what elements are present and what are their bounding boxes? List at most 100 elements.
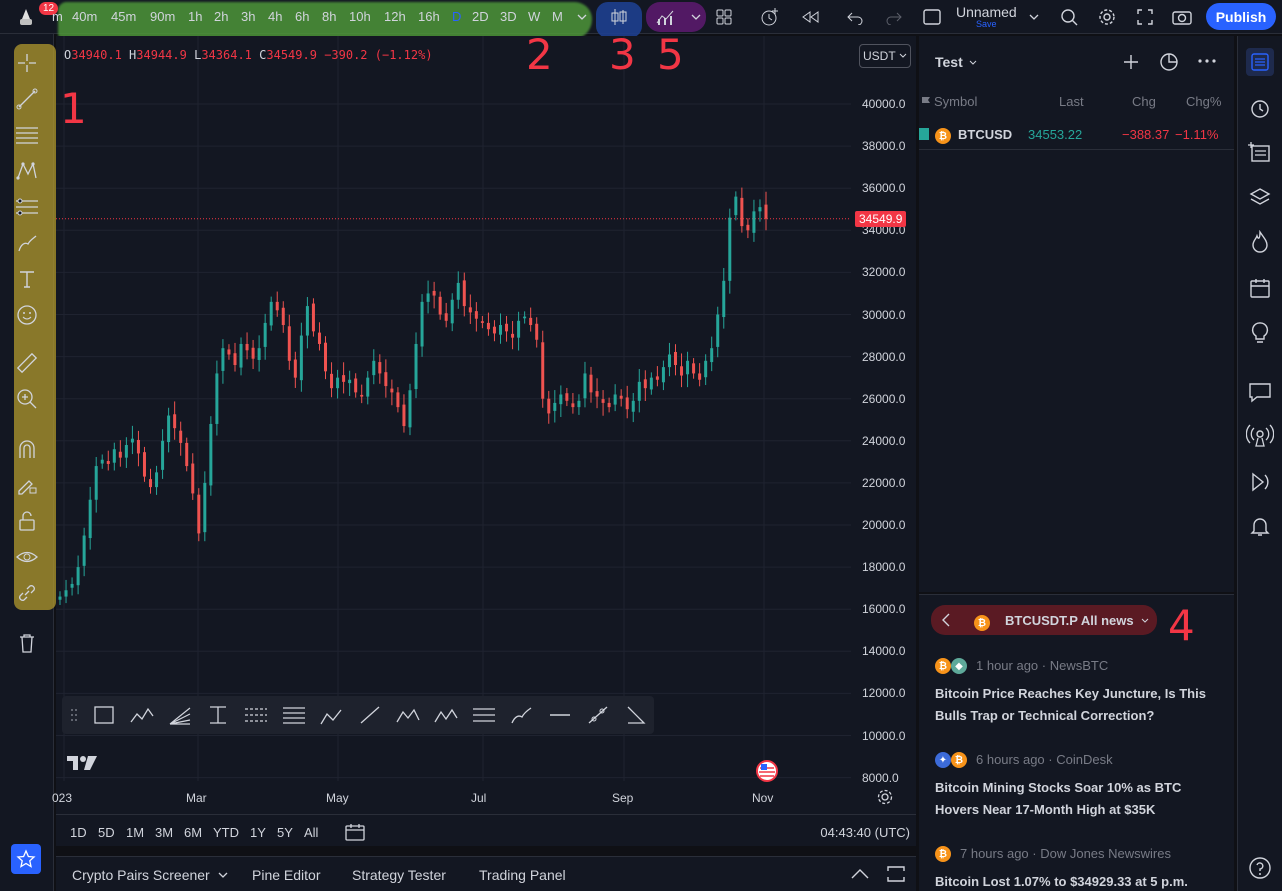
timeframe-W[interactable]: W [528, 9, 540, 24]
link-tool[interactable] [12, 578, 42, 608]
chevron-down-icon[interactable] [1141, 618, 1149, 624]
range-5Y[interactable]: 5Y [277, 825, 293, 840]
rectangle-tool[interactable] [91, 702, 117, 728]
col-symbol[interactable]: Symbol [934, 94, 977, 109]
timeframe-8h[interactable]: 8h [322, 9, 336, 24]
us-event-marker[interactable] [756, 760, 778, 787]
layout-select-checkbox[interactable] [920, 5, 944, 29]
help-button[interactable] [1246, 854, 1274, 882]
settings-button[interactable] [1095, 5, 1119, 29]
news-header[interactable]: BTCUSDT.P All news [1005, 613, 1134, 628]
plus-icon[interactable] [1122, 53, 1140, 71]
timeframe-12h[interactable]: 12h [384, 9, 406, 24]
tab-crypto-pairs-screener[interactable]: Crypto Pairs Screener [72, 867, 210, 883]
timeframe-10h[interactable]: 10h [349, 9, 371, 24]
save-label[interactable]: Save [976, 19, 997, 29]
chevron-down-icon[interactable] [218, 871, 228, 879]
timeframe-dropdown-button[interactable] [570, 5, 594, 29]
indicators-dropdown-button[interactable] [684, 5, 708, 29]
quick-search-button[interactable] [1057, 5, 1081, 29]
timeframe-4h[interactable]: 4h [268, 9, 282, 24]
timeframe-2D[interactable]: 2D [472, 9, 489, 24]
triangle-pattern-tool[interactable] [433, 702, 459, 728]
stay-in-drawing-mode-tool[interactable] [12, 470, 42, 500]
emoji-tool[interactable] [12, 300, 42, 330]
currency-selector[interactable]: USDT [859, 44, 911, 68]
go-to-date-button[interactable] [344, 822, 366, 847]
tab-pine-editor[interactable]: Pine Editor [252, 867, 320, 883]
user-menu-button[interactable]: 12 [8, 2, 59, 32]
timeframe-3h[interactable]: 3h [241, 9, 255, 24]
indicators-button[interactable] [654, 5, 678, 29]
magnet-tool[interactable] [12, 434, 42, 464]
col-chgp[interactable]: Chg% [1186, 94, 1221, 109]
range-1Y[interactable]: 1Y [250, 825, 266, 840]
hide-drawings-tool[interactable] [12, 542, 42, 572]
pie-chart-icon[interactable] [1158, 51, 1180, 73]
patterns-tool[interactable] [12, 156, 42, 186]
range-5D[interactable]: 5D [98, 825, 115, 840]
col-last[interactable]: Last [1059, 94, 1084, 109]
range-1M[interactable]: 1M [126, 825, 144, 840]
timeframe-6h[interactable]: 6h [295, 9, 309, 24]
ideas-button[interactable] [1246, 319, 1274, 347]
object-tree-button[interactable] [1246, 183, 1274, 211]
fullscreen-button[interactable] [1133, 5, 1157, 29]
zoom-tool[interactable] [12, 384, 42, 414]
fib-retracement-tool[interactable] [12, 120, 42, 150]
chevron-left-icon[interactable] [941, 613, 951, 627]
news-item-title[interactable]: Bitcoin Mining Stocks Soar 10% as BTC Ho… [935, 777, 1215, 821]
chart-settings-button[interactable] [876, 788, 894, 811]
streams-button[interactable] [1246, 422, 1274, 450]
publish-button[interactable]: Publish [1206, 3, 1276, 30]
angle-tool[interactable] [623, 702, 649, 728]
lock-drawings-tool[interactable] [12, 506, 42, 536]
horizontal-line-tool[interactable] [547, 702, 573, 728]
timeframe-40m[interactable]: 40m [72, 9, 97, 24]
replay-button[interactable] [798, 5, 822, 29]
timeframe-16h[interactable]: 16h [418, 9, 440, 24]
notifications-button[interactable] [1246, 512, 1274, 540]
range-6M[interactable]: 6M [184, 825, 202, 840]
alert-button[interactable] [758, 5, 782, 29]
elliott-wave-tool[interactable] [129, 702, 155, 728]
snapshot-button[interactable] [1170, 5, 1194, 29]
timeframe-90m[interactable]: 90m [150, 9, 175, 24]
chart-pane[interactable]: O34940.1 H34944.9 L34364.1 C34549.9 −390… [52, 30, 916, 847]
news-item-title[interactable]: Bitcoin Price Reaches Key Juncture, Is T… [935, 683, 1215, 727]
utc-clock[interactable]: 04:43:40 (UTC) [820, 825, 910, 840]
brush-tool-2[interactable] [509, 702, 535, 728]
alerts-sidebar-button[interactable] [1246, 94, 1274, 122]
ray-tool[interactable] [357, 702, 383, 728]
brush-tool[interactable] [12, 228, 42, 258]
wxy-pattern-tool[interactable] [395, 702, 421, 728]
abcd-pattern-tool[interactable] [319, 702, 345, 728]
parallel-channel-tool[interactable] [243, 702, 269, 728]
trend-line-tool[interactable] [12, 84, 42, 114]
hotlists-button[interactable] [1246, 228, 1274, 256]
chevron-up-icon[interactable] [850, 867, 870, 881]
calendar-button[interactable] [1246, 274, 1274, 302]
horizontal-lines-tool[interactable] [281, 702, 307, 728]
timeframe-45m[interactable]: 45m [111, 9, 136, 24]
range-1D[interactable]: 1D [70, 825, 87, 840]
timeframe-3D[interactable]: 3D [500, 9, 517, 24]
range-3M[interactable]: 3M [155, 825, 173, 840]
row-flag[interactable] [919, 128, 929, 140]
playback-button[interactable] [1246, 468, 1274, 496]
prediction-tool[interactable] [12, 192, 42, 222]
tab-trading-panel[interactable]: Trading Panel [479, 867, 566, 883]
text-tool[interactable] [12, 264, 42, 294]
range-YTD[interactable]: YTD [213, 825, 239, 840]
forecast-tool[interactable] [471, 702, 497, 728]
timeframe-2h[interactable]: 2h [214, 9, 228, 24]
layout-button[interactable] [712, 5, 736, 29]
redo-button[interactable] [882, 5, 906, 29]
remove-drawings-tool[interactable] [12, 628, 42, 658]
tab-strategy-tester[interactable]: Strategy Tester [352, 867, 446, 883]
col-chg[interactable]: Chg [1132, 94, 1156, 109]
timeframe-m[interactable]: m [52, 9, 63, 24]
timeframe-1h[interactable]: 1h [188, 9, 202, 24]
layout-name[interactable]: Unnamed [956, 4, 1017, 20]
data-window-button[interactable] [1246, 138, 1274, 166]
